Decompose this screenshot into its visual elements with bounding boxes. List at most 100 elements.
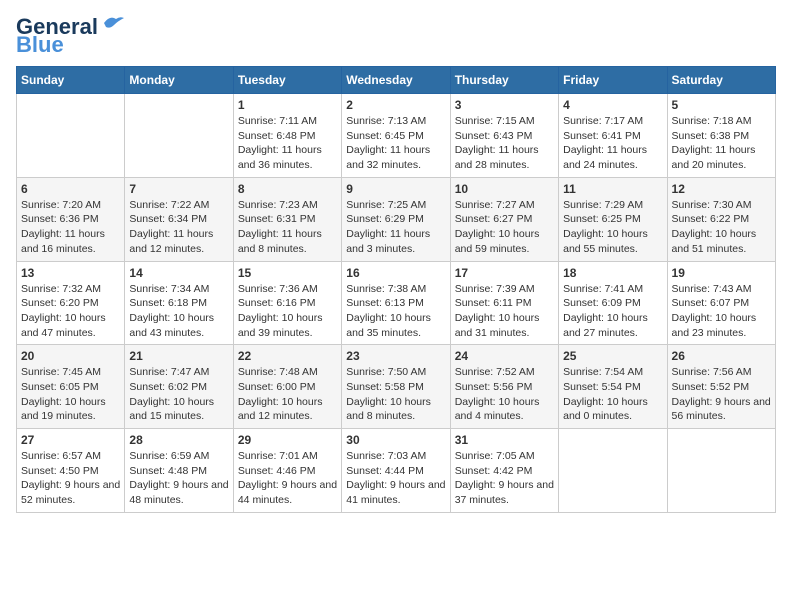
calendar-cell: 21Sunrise: 7:47 AM Sunset: 6:02 PM Dayli… [125, 345, 233, 429]
day-number: 30 [346, 433, 445, 447]
day-number: 18 [563, 266, 662, 280]
day-number: 26 [672, 349, 771, 363]
day-header-monday: Monday [125, 67, 233, 94]
day-info: Sunrise: 7:13 AM Sunset: 6:45 PM Dayligh… [346, 114, 445, 173]
day-number: 6 [21, 182, 120, 196]
calendar-cell: 12 Sunrise: 7:30 AM Sunset: 6:22 PM Dayli… [667, 177, 775, 261]
day-info: Sunrise: 7:39 AM Sunset: 6:11 PM Dayligh… [455, 282, 554, 341]
day-info: Sunrise: 6:59 AM Sunset: 4:48 PM Dayligh… [129, 449, 228, 508]
day-number: 16 [346, 266, 445, 280]
calendar-cell: 18 Sunrise: 7:41 AM Sunset: 6:09 PM Dayli… [559, 261, 667, 345]
calendar-cell [17, 94, 125, 178]
page-header: General Blue [16, 16, 776, 56]
calendar-cell: 5Sunrise: 7:18 AM Sunset: 6:38 PM Daylig… [667, 94, 775, 178]
week-row-5: 27 Sunrise: 6:57 AM Sunset: 4:50 PM Dayli… [17, 429, 776, 513]
day-number: 29 [238, 433, 337, 447]
day-info: Sunrise: 7:15 AM Sunset: 6:43 PM Dayligh… [455, 114, 554, 173]
day-info: Sunrise: 7:30 AM Sunset: 6:22 PM Dayligh… [672, 198, 771, 257]
calendar-cell: 4 Sunrise: 7:17 AM Sunset: 6:41 PM Daylig… [559, 94, 667, 178]
calendar-cell: 6 Sunrise: 7:20 AM Sunset: 6:36 PM Daylig… [17, 177, 125, 261]
day-info: Sunrise: 7:43 AM Sunset: 6:07 PM Dayligh… [672, 282, 771, 341]
day-info: Sunrise: 7:03 AM Sunset: 4:44 PM Dayligh… [346, 449, 445, 508]
day-number: 25 [563, 349, 662, 363]
calendar-cell: 28 Sunrise: 6:59 AM Sunset: 4:48 PM Dayli… [125, 429, 233, 513]
day-info: Sunrise: 7:36 AM Sunset: 6:16 PM Dayligh… [238, 282, 337, 341]
day-number: 12 [672, 182, 771, 196]
day-number: 20 [21, 349, 120, 363]
day-number: 1 [238, 98, 337, 112]
day-number: 4 [563, 98, 662, 112]
day-info: Sunrise: 7:54 AM Sunset: 5:54 PM Dayligh… [563, 365, 662, 424]
day-info: Sunrise: 7:48 AM Sunset: 6:00 PM Dayligh… [238, 365, 337, 424]
day-header-saturday: Saturday [667, 67, 775, 94]
header-row: SundayMondayTuesdayWednesdayThursdayFrid… [17, 67, 776, 94]
day-number: 17 [455, 266, 554, 280]
day-info: Sunrise: 7:20 AM Sunset: 6:36 PM Dayligh… [21, 198, 120, 257]
calendar-cell: 24Sunrise: 7:52 AM Sunset: 5:56 PM Dayli… [450, 345, 558, 429]
day-header-tuesday: Tuesday [233, 67, 341, 94]
calendar-cell: 9Sunrise: 7:25 AM Sunset: 6:29 PM Daylig… [342, 177, 450, 261]
day-number: 10 [455, 182, 554, 196]
day-number: 14 [129, 266, 228, 280]
day-info: Sunrise: 7:41 AM Sunset: 6:09 PM Dayligh… [563, 282, 662, 341]
day-number: 28 [129, 433, 228, 447]
day-info: Sunrise: 7:23 AM Sunset: 6:31 PM Dayligh… [238, 198, 337, 257]
day-header-wednesday: Wednesday [342, 67, 450, 94]
day-info: Sunrise: 7:05 AM Sunset: 4:42 PM Dayligh… [455, 449, 554, 508]
calendar-cell: 29 Sunrise: 7:01 AM Sunset: 4:46 PM Dayli… [233, 429, 341, 513]
calendar-cell [125, 94, 233, 178]
calendar-table: SundayMondayTuesdayWednesdayThursdayFrid… [16, 66, 776, 513]
calendar-cell: 19 Sunrise: 7:43 AM Sunset: 6:07 PM Dayli… [667, 261, 775, 345]
day-header-sunday: Sunday [17, 67, 125, 94]
calendar-cell: 27 Sunrise: 6:57 AM Sunset: 4:50 PM Dayli… [17, 429, 125, 513]
calendar-cell: 25 Sunrise: 7:54 AM Sunset: 5:54 PM Dayli… [559, 345, 667, 429]
calendar-cell: 10 Sunrise: 7:27 AM Sunset: 6:27 PM Dayli… [450, 177, 558, 261]
calendar-cell: 20 Sunrise: 7:45 AM Sunset: 6:05 PM Dayli… [17, 345, 125, 429]
week-row-1: 1 Sunrise: 7:11 AM Sunset: 6:48 PM Daylig… [17, 94, 776, 178]
calendar-cell: 14Sunrise: 7:34 AM Sunset: 6:18 PM Dayli… [125, 261, 233, 345]
day-number: 19 [672, 266, 771, 280]
day-info: Sunrise: 7:27 AM Sunset: 6:27 PM Dayligh… [455, 198, 554, 257]
calendar-cell: 26 Sunrise: 7:56 AM Sunset: 5:52 PM Dayli… [667, 345, 775, 429]
week-row-4: 20 Sunrise: 7:45 AM Sunset: 6:05 PM Dayli… [17, 345, 776, 429]
day-number: 9 [346, 182, 445, 196]
day-info: Sunrise: 6:57 AM Sunset: 4:50 PM Dayligh… [21, 449, 120, 508]
calendar-cell: 7Sunrise: 7:22 AM Sunset: 6:34 PM Daylig… [125, 177, 233, 261]
calendar-cell: 31 Sunrise: 7:05 AM Sunset: 4:42 PM Dayli… [450, 429, 558, 513]
calendar-cell [559, 429, 667, 513]
logo-bird-icon [102, 15, 124, 31]
day-info: Sunrise: 7:11 AM Sunset: 6:48 PM Dayligh… [238, 114, 337, 173]
day-number: 31 [455, 433, 554, 447]
day-info: Sunrise: 7:01 AM Sunset: 4:46 PM Dayligh… [238, 449, 337, 508]
calendar-cell: 22 Sunrise: 7:48 AM Sunset: 6:00 PM Dayli… [233, 345, 341, 429]
day-number: 21 [129, 349, 228, 363]
day-number: 7 [129, 182, 228, 196]
calendar-cell [667, 429, 775, 513]
day-info: Sunrise: 7:32 AM Sunset: 6:20 PM Dayligh… [21, 282, 120, 341]
calendar-cell: 2 Sunrise: 7:13 AM Sunset: 6:45 PM Daylig… [342, 94, 450, 178]
calendar-cell: 23 Sunrise: 7:50 AM Sunset: 5:58 PM Dayli… [342, 345, 450, 429]
day-header-thursday: Thursday [450, 67, 558, 94]
day-number: 2 [346, 98, 445, 112]
day-info: Sunrise: 7:50 AM Sunset: 5:58 PM Dayligh… [346, 365, 445, 424]
day-number: 15 [238, 266, 337, 280]
day-info: Sunrise: 7:56 AM Sunset: 5:52 PM Dayligh… [672, 365, 771, 424]
day-number: 13 [21, 266, 120, 280]
week-row-2: 6 Sunrise: 7:20 AM Sunset: 6:36 PM Daylig… [17, 177, 776, 261]
day-number: 23 [346, 349, 445, 363]
day-number: 22 [238, 349, 337, 363]
day-header-friday: Friday [559, 67, 667, 94]
day-number: 3 [455, 98, 554, 112]
day-info: Sunrise: 7:45 AM Sunset: 6:05 PM Dayligh… [21, 365, 120, 424]
week-row-3: 13 Sunrise: 7:32 AM Sunset: 6:20 PM Dayli… [17, 261, 776, 345]
calendar-cell: 15 Sunrise: 7:36 AM Sunset: 6:16 PM Dayli… [233, 261, 341, 345]
day-info: Sunrise: 7:29 AM Sunset: 6:25 PM Dayligh… [563, 198, 662, 257]
day-info: Sunrise: 7:52 AM Sunset: 5:56 PM Dayligh… [455, 365, 554, 424]
day-info: Sunrise: 7:17 AM Sunset: 6:41 PM Dayligh… [563, 114, 662, 173]
day-info: Sunrise: 7:38 AM Sunset: 6:13 PM Dayligh… [346, 282, 445, 341]
day-number: 27 [21, 433, 120, 447]
day-number: 8 [238, 182, 337, 196]
logo-text-blue: Blue [16, 34, 64, 56]
calendar-cell: 17 Sunrise: 7:39 AM Sunset: 6:11 PM Dayli… [450, 261, 558, 345]
calendar-cell: 8 Sunrise: 7:23 AM Sunset: 6:31 PM Daylig… [233, 177, 341, 261]
